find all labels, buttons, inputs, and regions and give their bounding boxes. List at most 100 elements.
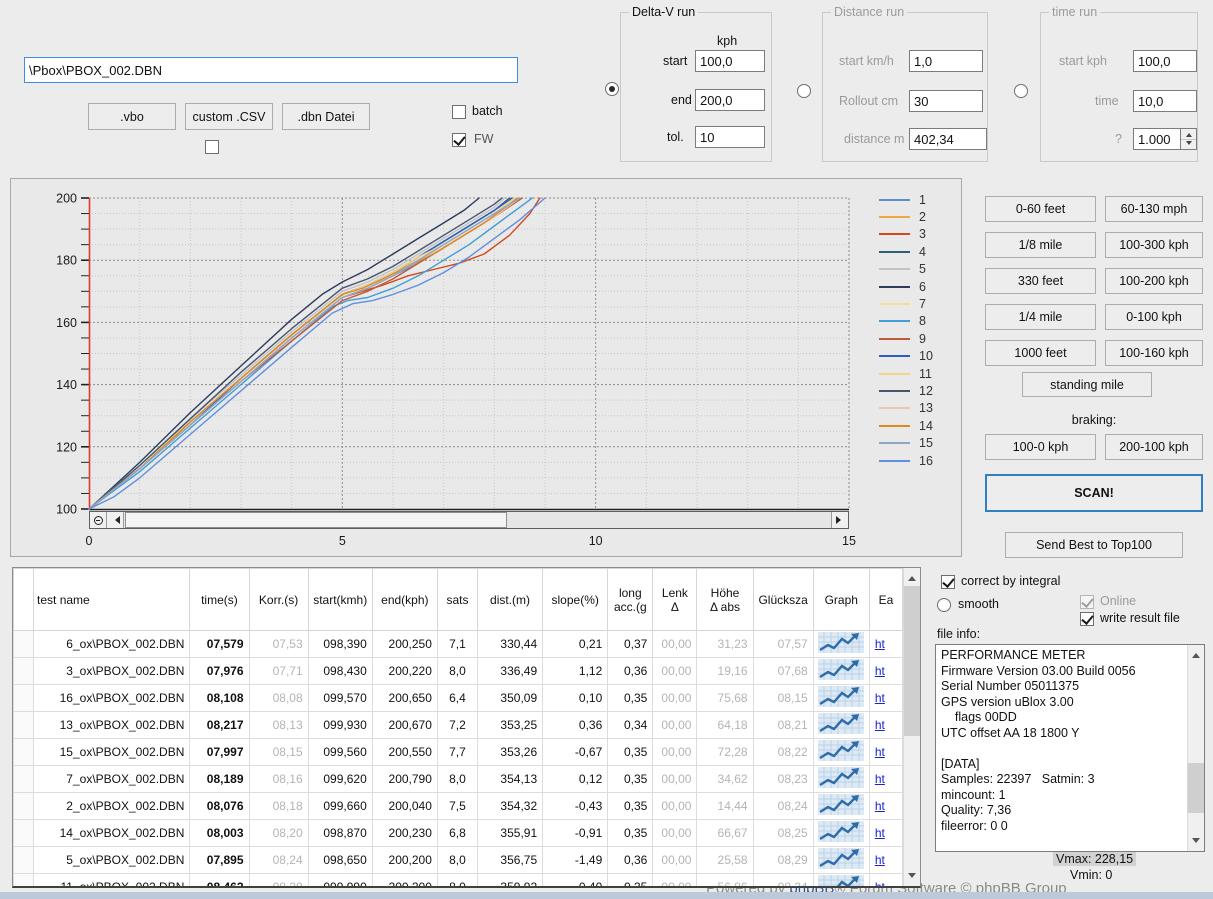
1-8-mile-button[interactable]: 1/8 mile [985,232,1096,258]
cell-graph[interactable] [813,658,869,685]
rollout-input[interactable] [909,90,983,112]
col-header-test_name[interactable]: test name [34,569,190,631]
1000-feet-button[interactable]: 1000 feet [985,340,1096,366]
file-info-box[interactable]: PERFORMANCE METER Firmware Version 03.00… [935,644,1205,852]
send-best-to-top100-button[interactable]: Send Best to Top100 [1005,532,1183,558]
table-row[interactable]: 11_ox\PBOX_002.DBN08,46208,28099,990200,… [14,874,903,889]
col-header-ea[interactable]: Ea [869,569,902,631]
60-130-mph-button[interactable]: 60-130 mph [1105,196,1203,222]
table-row[interactable]: 14_ox\PBOX_002.DBN08,00308,20098,870200,… [14,820,903,847]
0-60-feet-button[interactable]: 0-60 feet [985,196,1096,222]
cell-graph[interactable] [813,766,869,793]
correct-by-integral-checkbox[interactable] [941,575,955,589]
col-header-lenk[interactable]: Lenk Δ [653,569,697,631]
result-link[interactable]: ht [875,799,885,813]
scrollbar-thumb[interactable] [1188,763,1204,813]
distance-run-radio[interactable] [797,84,811,98]
col-header-long_acc[interactable]: long acc.(g [608,569,653,631]
graph-icon[interactable] [818,767,864,788]
graph-icon[interactable] [818,713,864,734]
col-header-glueckszahl[interactable]: Glücksza [753,569,813,631]
result-link[interactable]: ht [875,637,885,651]
100-160-kph-button[interactable]: 100-160 kph [1105,340,1203,366]
330-feet-button[interactable]: 330 feet [985,268,1096,294]
cell-graph[interactable] [813,631,869,658]
time-input[interactable] [1133,90,1197,112]
fw-checkbox[interactable] [452,133,466,147]
col-header-hoehe[interactable]: Höhe Δ abs [697,569,753,631]
100-200-kph-button[interactable]: 100-200 kph [1105,268,1203,294]
scroll-up-button[interactable] [1188,645,1204,662]
cell-graph[interactable] [813,847,869,874]
table-row[interactable]: 3_ox\PBOX_002.DBN07,97607,71098,430200,2… [14,658,903,685]
delta-tol-input[interactable] [695,126,765,148]
chart-scrollbar[interactable] [89,511,849,529]
col-header-rowhdr[interactable] [14,569,34,631]
result-link[interactable]: ht [875,880,885,888]
result-link[interactable]: ht [875,772,885,786]
result-link[interactable]: ht [875,853,885,867]
scroll-up-button[interactable] [904,568,920,585]
table-row[interactable]: 13_ox\PBOX_002.DBN08,21708,13099,930200,… [14,712,903,739]
scrollbar-thumb[interactable] [904,586,920,736]
q-spinner[interactable] [1133,128,1197,150]
col-header-time[interactable]: time(s) [190,569,249,631]
distance-start-input[interactable] [909,50,983,72]
time-run-radio[interactable] [1014,84,1028,98]
q-input[interactable] [1133,128,1181,150]
1-4-mile-button[interactable]: 1/4 mile [985,304,1096,330]
result-link[interactable]: ht [875,691,885,705]
graph-icon[interactable] [818,821,864,842]
spin-down-icon[interactable] [1181,140,1196,150]
online-checkbox[interactable] [1080,595,1094,609]
delta-v-radio[interactable] [605,82,619,96]
spin-up-icon[interactable] [1181,129,1196,140]
graph-icon[interactable] [818,740,864,761]
graph-icon[interactable] [818,875,864,888]
scroll-left-button[interactable] [107,512,124,528]
file-info-scrollbar[interactable] [1187,645,1204,851]
col-header-korr[interactable]: Korr.(s) [249,569,308,631]
col-header-slope[interactable]: slope(%) [543,569,608,631]
cell-graph[interactable] [813,712,869,739]
custom-csv-button[interactable]: custom .CSV [185,103,273,130]
smooth-radio[interactable] [937,598,951,612]
cell-graph[interactable] [813,739,869,766]
cell-graph[interactable] [813,793,869,820]
scroll-right-button[interactable] [831,512,848,528]
col-header-end[interactable]: end(kph) [372,569,437,631]
cell-graph[interactable] [813,874,869,889]
0-100-kph-button[interactable]: 0-100 kph [1105,304,1203,330]
table-row[interactable]: 7_ox\PBOX_002.DBN08,18908,16099,620200,7… [14,766,903,793]
vbo-button[interactable]: .vbo [88,103,176,130]
col-header-start[interactable]: start(kmh) [308,569,372,631]
col-header-sats[interactable]: sats [437,569,477,631]
distance-m-input[interactable] [909,128,987,150]
delta-start-input[interactable] [695,50,765,72]
result-link[interactable]: ht [875,745,885,759]
file-path-input[interactable] [24,57,518,83]
graph-icon[interactable] [818,794,864,815]
write-result-file-checkbox[interactable] [1080,612,1094,626]
graph-icon[interactable] [818,686,864,707]
speed-chart[interactable]: 100120140160180200051015 [11,179,961,556]
delta-end-input[interactable] [695,89,765,111]
result-link[interactable]: ht [875,664,885,678]
standing-mile-button[interactable]: standing mile [1022,372,1152,397]
table-row[interactable]: 16_ox\PBOX_002.DBN08,10808,08099,570200,… [14,685,903,712]
extra-checkbox[interactable] [205,140,219,154]
zoom-out-button[interactable] [90,512,107,528]
graph-icon[interactable] [818,848,864,869]
dbn-datei-button[interactable]: .dbn Datei [282,103,370,130]
table-row[interactable]: 15_ox\PBOX_002.DBN07,99708,15099,560200,… [14,739,903,766]
time-start-input[interactable] [1133,50,1197,72]
100-300-kph-button[interactable]: 100-300 kph [1105,232,1203,258]
table-scrollbar[interactable] [903,568,920,886]
col-header-dist[interactable]: dist.(m) [477,569,542,631]
graph-icon[interactable] [818,659,864,680]
table-row[interactable]: 5_ox\PBOX_002.DBN07,89508,24098,650200,2… [14,847,903,874]
scrollbar-thumb[interactable] [125,512,507,528]
result-link[interactable]: ht [875,826,885,840]
result-link[interactable]: ht [875,718,885,732]
scan-button[interactable]: SCAN! [985,474,1203,512]
